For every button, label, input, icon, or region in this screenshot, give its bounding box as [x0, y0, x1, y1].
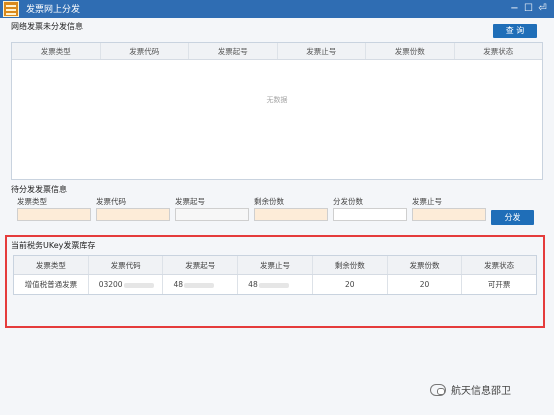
- watermark-text: 航天信息邵卫: [451, 386, 511, 397]
- invoice-count-cell: 20: [388, 275, 463, 294]
- invoice-start-value: 48: [173, 280, 183, 289]
- invoice-end-value: 48: [248, 280, 258, 289]
- invoice-code-field: 发票代码: [96, 196, 170, 221]
- column-header[interactable]: 发票止号: [238, 256, 313, 274]
- wechat-icon: [430, 383, 446, 396]
- invoice-type-cell: 增值税普通发票: [14, 275, 89, 294]
- field-label: 发票类型: [17, 197, 47, 206]
- invoice-code-input[interactable]: [96, 208, 170, 221]
- invoice-start-cell: 48: [163, 275, 239, 294]
- undistributed-table[interactable]: 发票类型 发票代码 发票起号 发票止号 发票份数 发票状态 无数据: [11, 42, 543, 180]
- remaining-count-field: 剩余份数: [254, 196, 328, 221]
- column-header[interactable]: 发票类型: [14, 256, 89, 274]
- invoice-type-field: 发票类型: [17, 196, 91, 221]
- invoice-status-cell: 可开票: [487, 280, 511, 289]
- dispatch-count-input[interactable]: [333, 208, 407, 221]
- table-header: 发票类型 发票代码 发票起号 发票止号 剩余份数 发票份数 发票状态: [14, 256, 536, 275]
- column-header[interactable]: 发票份数: [388, 256, 463, 274]
- invoice-code-value: 03200: [98, 280, 123, 289]
- minimize-button[interactable]: −: [508, 2, 521, 15]
- back-button[interactable]: ⏎: [536, 2, 549, 15]
- column-header[interactable]: 发票起号: [163, 256, 239, 274]
- redacted-blur: [258, 282, 289, 288]
- dispatch-button[interactable]: 分发: [491, 210, 534, 225]
- column-header[interactable]: 发票类型: [12, 43, 101, 59]
- redacted-blur: [183, 282, 214, 288]
- field-label: 发票起号: [175, 197, 205, 206]
- stock-section: 当前税务UKey发票库存 发票类型 发票代码 发票起号 发票止号 剩余份数 发票…: [5, 235, 545, 328]
- column-header[interactable]: 发票止号: [278, 43, 366, 59]
- pending-section-title: 待分发发票信息: [11, 185, 67, 194]
- pending-section: 待分发发票信息 发票类型 发票代码 发票起号 剩余份数 分发份数 发票止号: [0, 180, 554, 232]
- field-label: 发票止号: [412, 197, 442, 206]
- column-header[interactable]: 发票状态: [455, 43, 543, 59]
- main-content: 网络发票未分发信息 查 询 发票类型 发票代码 发票起号 发票止号 发票份数 发…: [0, 18, 554, 415]
- column-header[interactable]: 发票代码: [101, 43, 189, 59]
- redacted-blur: [123, 282, 154, 288]
- remaining-count-cell: 20: [313, 275, 388, 294]
- query-button[interactable]: 查 询: [493, 24, 537, 38]
- table-header: 发票类型 发票代码 发票起号 发票止号 发票份数 发票状态: [12, 43, 542, 60]
- invoice-end-cell: 48: [238, 275, 313, 294]
- field-label: 分发份数: [333, 197, 363, 206]
- column-header[interactable]: 发票代码: [89, 256, 164, 274]
- watermark: 航天信息邵卫: [430, 382, 511, 397]
- stock-section-title: 当前税务UKey发票库存: [11, 241, 96, 250]
- column-header[interactable]: 剩余份数: [313, 256, 388, 274]
- invoice-code-cell: 03200: [89, 275, 164, 294]
- invoice-end-field: 发票止号: [412, 196, 486, 221]
- table-row[interactable]: 增值税普通发票 03200 48 48 20 20 可开票: [14, 275, 536, 294]
- column-header[interactable]: 发票状态: [462, 256, 536, 274]
- column-header[interactable]: 发票份数: [366, 43, 455, 59]
- maximize-button[interactable]: ☐: [522, 2, 535, 15]
- column-header[interactable]: 发票起号: [189, 43, 278, 59]
- invoice-end-input[interactable]: [412, 208, 486, 221]
- undistributed-section-title: 网络发票未分发信息: [11, 22, 83, 31]
- dispatch-count-field: 分发份数: [333, 196, 407, 221]
- invoice-type-input[interactable]: [17, 208, 91, 221]
- stock-table[interactable]: 发票类型 发票代码 发票起号 发票止号 剩余份数 发票份数 发票状态 增值税普通…: [13, 255, 537, 295]
- title-bar: 发票网上分发 − ☐ ⏎: [0, 0, 554, 18]
- field-label: 发票代码: [96, 197, 126, 206]
- invoice-start-input[interactable]: [175, 208, 249, 221]
- window-title: 发票网上分发: [26, 5, 81, 15]
- app-logo-icon: [3, 1, 19, 17]
- empty-message: 无数据: [266, 96, 288, 104]
- field-label: 剩余份数: [254, 197, 284, 206]
- remaining-count-input[interactable]: [254, 208, 328, 221]
- invoice-start-field: 发票起号: [175, 196, 249, 221]
